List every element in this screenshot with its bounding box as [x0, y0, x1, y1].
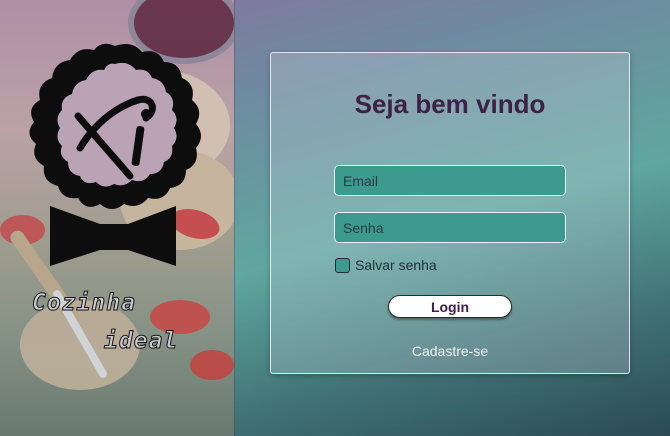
bow-tie-icon [50, 206, 176, 266]
password-field-wrapper [334, 212, 566, 243]
brand-logo: Cozinha ideal [20, 38, 210, 368]
remember-password-row: Salvar senha [335, 257, 437, 273]
login-button[interactable]: Login [388, 295, 512, 318]
email-field-wrapper [334, 165, 566, 196]
remember-password-checkbox[interactable] [335, 257, 350, 273]
remember-password-label: Salvar senha [355, 257, 437, 273]
password-field[interactable] [341, 218, 559, 237]
panel-divider [234, 0, 235, 436]
brand-name-line-1: Cozinha [32, 290, 136, 317]
page-title: Seja bem vindo [354, 89, 546, 119]
login-card: Seja bem vindo Salvar senha Login Cadast… [270, 52, 630, 374]
signup-link[interactable]: Cadastre-se [271, 343, 629, 359]
email-field[interactable] [341, 171, 559, 190]
brand-name-line-2: ideal [103, 328, 179, 355]
